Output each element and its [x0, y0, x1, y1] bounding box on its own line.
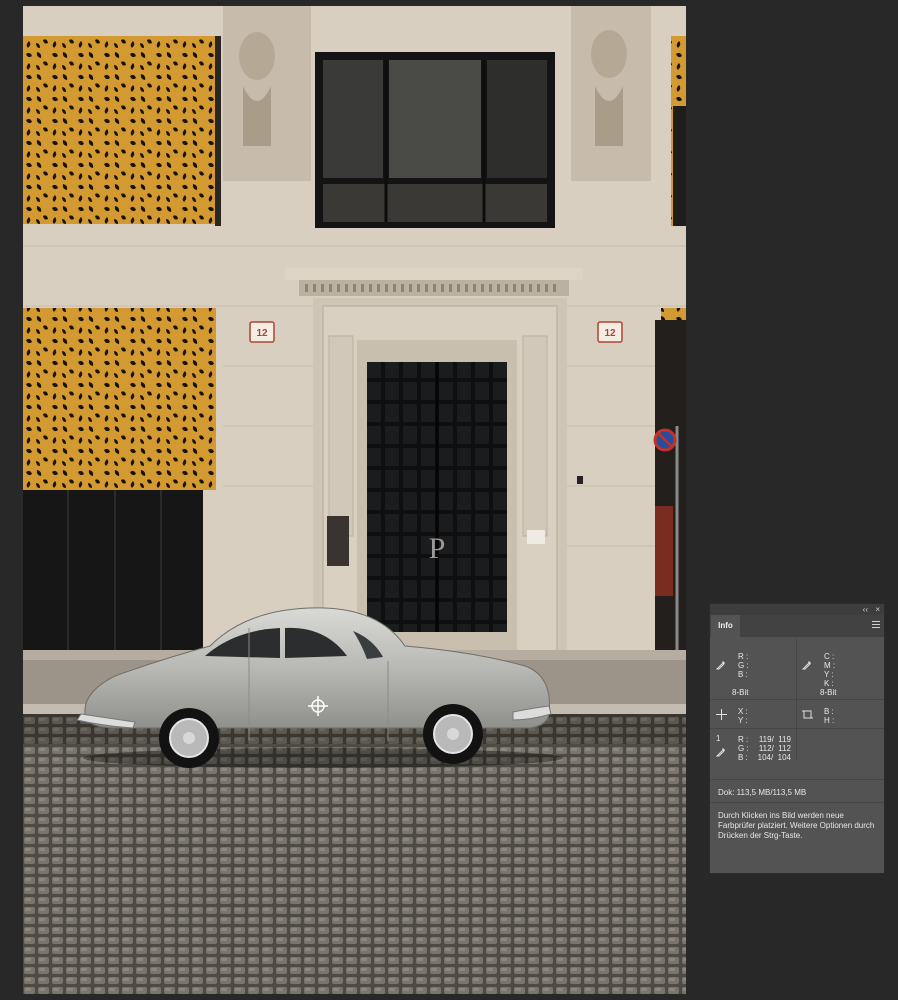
sampler-g-value: 112/ 112 — [758, 744, 791, 753]
info-panel: ‹‹ × Info R : G : B : 8-Bit C : M : Y : … — [709, 603, 885, 874]
panel-menu-icon[interactable] — [872, 621, 880, 630]
eyedropper-rgb-icon[interactable] — [716, 659, 727, 670]
sampler-eyedropper-icon[interactable] — [716, 746, 727, 757]
canvas-area[interactable]: P 12 12 ‹‹ × Info R: G: B: 8-Bit C: … — [0, 0, 898, 1000]
size-b-label: B : — [824, 707, 834, 716]
document-size: Dok: 113,5 MB/113,5 MB — [718, 788, 807, 797]
document-image[interactable]: P 12 12 — [23, 6, 686, 994]
color-sampler-section: 1 R : 119/ 119 G : 112/ 112 B : 104/ 104 — [710, 729, 884, 779]
eyedropper-cmyk-icon[interactable] — [802, 659, 813, 670]
rgb-b-label: B : — [738, 670, 748, 679]
rgb-r-label: R : — [738, 652, 749, 661]
door-monogram: P — [429, 532, 446, 565]
house-number-left: 12 — [256, 328, 268, 339]
cmyk-m-label: M : — [824, 661, 836, 670]
panel-title-bar[interactable]: ‹‹ × — [710, 604, 884, 615]
cmyk-c-label: C : — [824, 652, 835, 661]
crosshair-icon — [716, 709, 727, 720]
rgb-bit-depth: 8-Bit — [732, 688, 749, 697]
close-panel-icon[interactable]: × — [875, 604, 880, 615]
sampler-g-label: G : — [738, 744, 749, 753]
rgb-g-label: G : — [738, 661, 749, 670]
color-readout-section: R : G : B : 8-Bit C : M : Y : K : 8-Bit — [710, 637, 884, 699]
sampler-r-value: 119/ 119 — [758, 735, 791, 744]
panel-tab-row: Info — [710, 615, 884, 637]
house-number-right: 12 — [604, 328, 616, 339]
size-h-label: H : — [824, 716, 835, 725]
position-section: X : Y : B : H : — [710, 700, 884, 728]
street-photo: P 12 12 — [23, 6, 686, 994]
sampler-r-label: R : — [738, 735, 749, 744]
info-hint-text: Durch Klicken ins Bild werden neue Farbp… — [718, 811, 875, 840]
position-y-label: Y : — [738, 716, 748, 725]
tab-info[interactable]: Info — [711, 615, 740, 637]
position-x-label: X : — [738, 707, 748, 716]
cmyk-y-label: Y : — [824, 670, 834, 679]
selection-size-icon — [802, 710, 813, 719]
sampler-b-value: 104/ 104 — [757, 753, 791, 762]
cmyk-bit-depth: 8-Bit — [820, 688, 837, 697]
collapse-panel-icon[interactable]: ‹‹ — [863, 604, 868, 615]
sampler-b-label: B : — [738, 753, 748, 762]
cmyk-k-label: K : — [824, 679, 834, 688]
sampler-index: 1 — [716, 734, 721, 743]
